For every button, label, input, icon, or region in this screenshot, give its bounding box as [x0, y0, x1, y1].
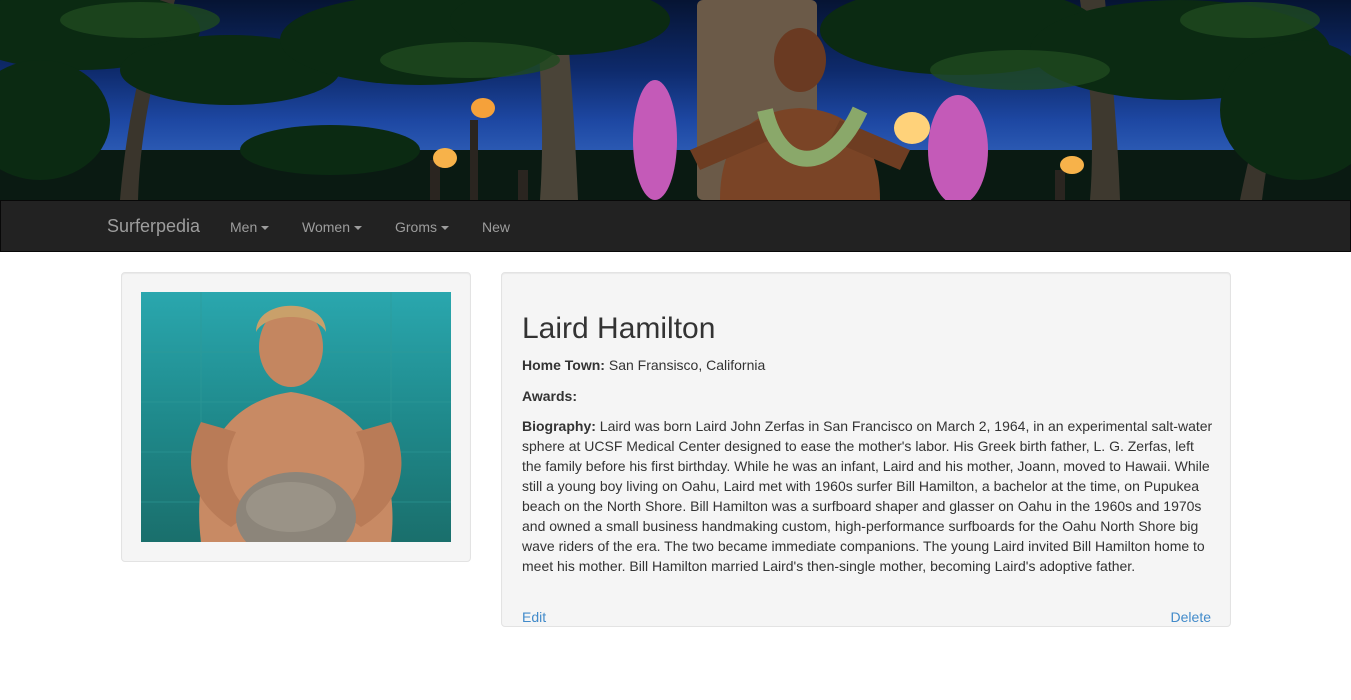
hometown-field: Home Town: San Fransisco, California	[522, 355, 765, 375]
biography-label: Biography:	[522, 418, 596, 434]
photo-panel	[121, 272, 471, 562]
awards-field: Awards:	[522, 386, 577, 406]
hero-banner	[0, 0, 1351, 200]
awards-label: Awards:	[522, 388, 577, 404]
caret-down-icon	[261, 226, 270, 231]
hero-banner-image	[0, 0, 1351, 200]
surfer-name: Laird Hamilton	[522, 312, 716, 345]
hometown-label: Home Town:	[522, 357, 605, 373]
nav-women-label: Women	[302, 219, 350, 235]
caret-down-icon	[441, 226, 449, 231]
surfer-photo	[141, 292, 451, 542]
edit-link[interactable]: Edit	[522, 607, 546, 627]
nav-new-link[interactable]: New	[482, 218, 510, 236]
brand-link[interactable]: Surferpedia	[107, 216, 200, 236]
biography-text: Laird was born Laird John Zerfas in San …	[522, 418, 1213, 574]
nav-men-label: Men	[230, 219, 258, 235]
navbar: Surferpedia Men Women Groms New	[0, 200, 1351, 252]
biography-field: Biography: Laird was born Laird John Zer…	[522, 416, 1214, 576]
nav-groms-dropdown[interactable]: Groms	[395, 218, 449, 236]
caret-down-icon	[353, 226, 362, 231]
profile-panel: Laird Hamilton Home Town: San Fransisco,…	[501, 272, 1231, 627]
nav-men-dropdown[interactable]: Men	[230, 218, 270, 236]
nav-groms-label: Groms	[395, 219, 437, 235]
hometown-value: San Fransisco, California	[608, 357, 766, 373]
delete-link[interactable]: Delete	[1171, 607, 1211, 627]
nav-women-dropdown[interactable]: Women	[302, 218, 362, 236]
